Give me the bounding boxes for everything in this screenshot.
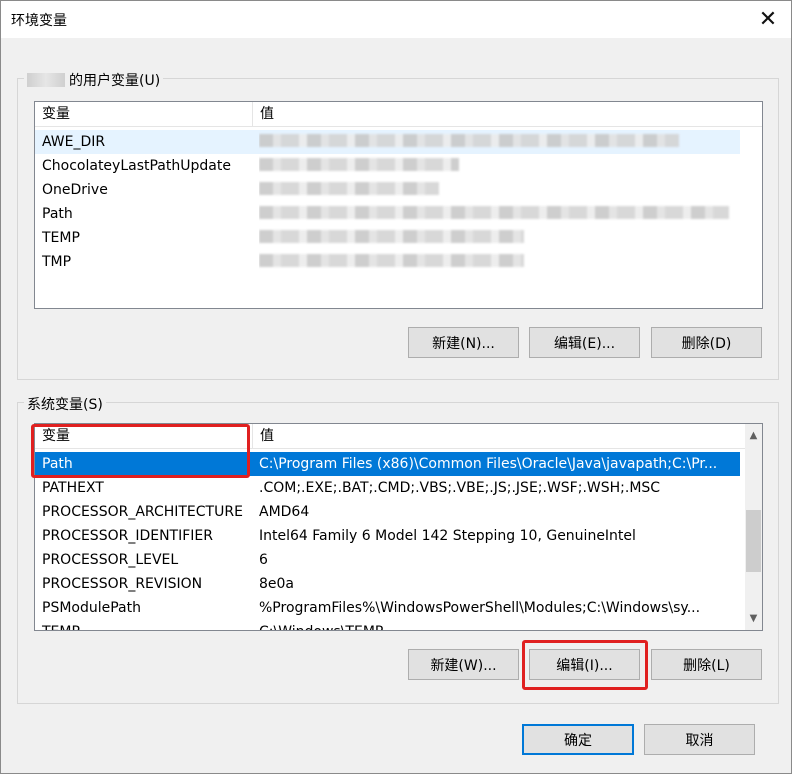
list-header: 变量 值 xyxy=(35,424,762,449)
list-item-selected[interactable]: Path C:\Program Files (x86)\Common Files… xyxy=(35,452,740,476)
system-edit-button[interactable]: 编辑(I)... xyxy=(529,649,640,680)
list-item[interactable]: TEMP xyxy=(35,226,740,250)
column-header-variable[interactable]: 变量 xyxy=(35,424,252,448)
list-item[interactable]: PSModulePath %ProgramFiles%\WindowsPower… xyxy=(35,596,740,620)
user-variables-label: 的用户变量(U) xyxy=(24,70,164,90)
cancel-button[interactable]: 取消 xyxy=(644,724,755,755)
list-item[interactable]: AWE_DIR xyxy=(35,130,740,154)
list-item[interactable]: PROCESSOR_LEVEL 6 xyxy=(35,548,740,572)
user-new-button[interactable]: 新建(N)... xyxy=(408,327,519,358)
column-header-value[interactable]: 值 xyxy=(252,102,740,126)
ok-button[interactable]: 确定 xyxy=(522,724,634,755)
user-delete-button[interactable]: 删除(D) xyxy=(651,327,762,358)
dialog-title: 环境变量 xyxy=(11,13,67,29)
scroll-up-icon[interactable]: ▲ xyxy=(745,427,762,444)
redacted-value xyxy=(259,134,679,147)
user-variables-list[interactable]: 变量 值 AWE_DIR ChocolateyLastPathUpdate On… xyxy=(34,101,763,309)
column-header-variable[interactable]: 变量 xyxy=(35,102,252,126)
close-icon[interactable]: ✕ xyxy=(745,1,791,38)
redacted-value xyxy=(259,182,439,195)
scroll-thumb[interactable] xyxy=(746,510,761,572)
list-header: 变量 值 xyxy=(35,102,762,127)
redacted-value xyxy=(259,254,524,267)
list-item[interactable]: ChocolateyLastPathUpdate xyxy=(35,154,740,178)
list-item[interactable]: PROCESSOR_ARCHITECTURE AMD64 xyxy=(35,500,740,524)
scroll-down-icon[interactable]: ▼ xyxy=(745,610,762,627)
system-variables-label: 系统变量(S) xyxy=(24,394,106,414)
list-item[interactable]: OneDrive xyxy=(35,178,740,202)
vertical-scrollbar[interactable]: ▲ ▼ xyxy=(745,424,762,630)
list-item[interactable]: Path xyxy=(35,202,740,226)
username-redacted xyxy=(27,73,65,87)
title-bar: 环境变量 ✕ xyxy=(1,1,791,38)
redacted-value xyxy=(259,158,459,171)
column-header-value[interactable]: 值 xyxy=(252,424,740,448)
system-delete-button[interactable]: 删除(L) xyxy=(651,649,762,680)
list-item[interactable]: TEMP C:\Windows\TEMP xyxy=(35,620,740,630)
redacted-value xyxy=(259,206,729,219)
list-item[interactable]: PROCESSOR_IDENTIFIER Intel64 Family 6 Mo… xyxy=(35,524,740,548)
user-edit-button[interactable]: 编辑(E)... xyxy=(529,327,640,358)
list-item[interactable]: PATHEXT .COM;.EXE;.BAT;.CMD;.VBS;.VBE;.J… xyxy=(35,476,740,500)
system-variables-list[interactable]: 变量 值 Path C:\Program Files (x86)\Common … xyxy=(34,423,763,631)
system-new-button[interactable]: 新建(W)... xyxy=(408,649,519,680)
redacted-value xyxy=(259,230,524,243)
list-item[interactable]: TMP xyxy=(35,250,740,274)
environment-variables-dialog: 环境变量 ✕ 的用户变量(U) 变量 值 AWE_DIR ChocolateyL… xyxy=(0,0,792,774)
list-item[interactable]: PROCESSOR_REVISION 8e0a xyxy=(35,572,740,596)
